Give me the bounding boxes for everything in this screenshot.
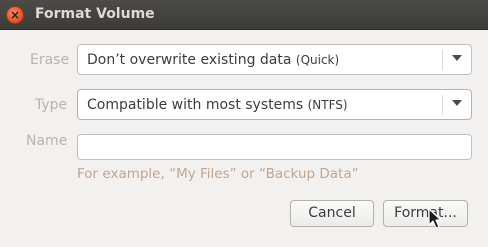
mouse-pointer-icon xyxy=(428,208,442,229)
name-input[interactable] xyxy=(77,134,472,160)
title-bar: × Format Volume xyxy=(0,0,488,30)
chevron-down-icon xyxy=(452,55,462,61)
type-value: Compatible with most systems (NTFS) xyxy=(87,97,348,113)
window-title: Format Volume xyxy=(35,6,155,22)
erase-value-main: Don’t overwrite existing data xyxy=(87,52,292,68)
type-value-main: Compatible with most systems xyxy=(87,97,304,113)
dropdown-separator xyxy=(442,95,443,115)
name-hint: For example, “My Files” or “Backup Data” xyxy=(77,166,359,182)
format-button[interactable]: Format... xyxy=(383,200,468,227)
erase-dropdown[interactable]: Don’t overwrite existing data (Quick) xyxy=(77,44,472,75)
dropdown-separator xyxy=(442,50,443,70)
erase-value: Don’t overwrite existing data (Quick) xyxy=(87,52,339,68)
name-label: Name xyxy=(26,133,68,149)
chevron-down-icon xyxy=(452,100,462,106)
close-icon[interactable]: × xyxy=(6,6,24,24)
type-value-detail: (NTFS) xyxy=(307,98,348,112)
erase-value-detail: (Quick) xyxy=(295,53,340,67)
type-dropdown[interactable]: Compatible with most systems (NTFS) xyxy=(77,89,472,120)
type-label: Type xyxy=(35,97,68,113)
erase-label: Erase xyxy=(30,52,70,68)
cancel-button[interactable]: Cancel xyxy=(290,200,374,227)
